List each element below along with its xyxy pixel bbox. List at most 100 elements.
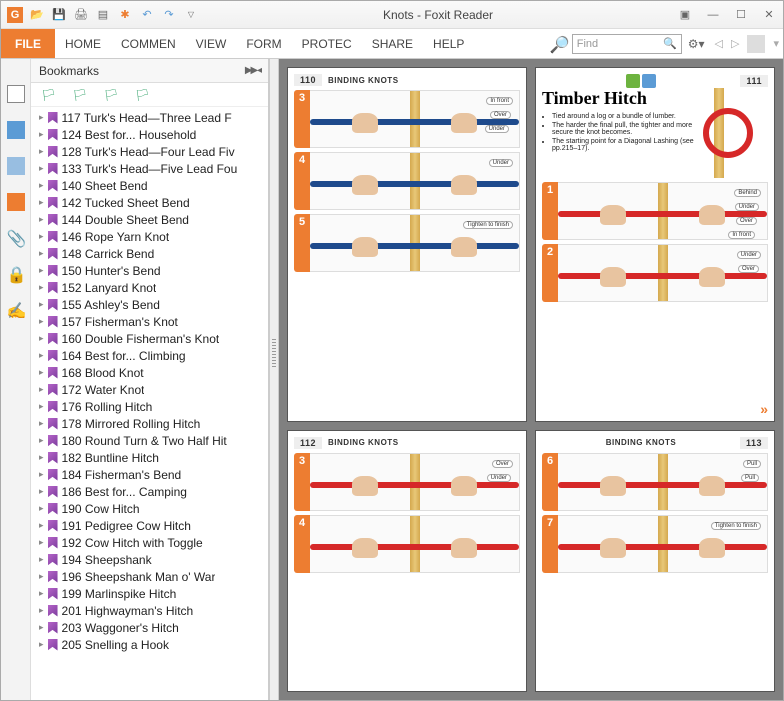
step-label: Pull [741, 474, 759, 482]
bookmarks-panel: Bookmarks ▶▶ ◂ 🏳 🏳 🏳 🏳 ▸117 Turk's Head—… [31, 59, 269, 700]
bookmark-item[interactable]: ▸184 Fisherman's Bend [31, 466, 268, 483]
settings-icon[interactable]: ⚙▾ [688, 37, 705, 51]
step-label: In front [728, 231, 755, 239]
redo-icon[interactable]: ↷ [161, 7, 177, 23]
bookmark-item[interactable]: ▸205 Snelling a Hook [31, 636, 268, 653]
bookmark-item[interactable]: ▸178 Mirrored Rolling Hitch [31, 415, 268, 432]
step-label: Under [487, 474, 511, 482]
page-category: BINDING KNOTS [606, 438, 677, 447]
bookmark-item[interactable]: ▸155 Ashley's Bend [31, 296, 268, 313]
bookmark-item[interactable]: ▸186 Best for... Camping [31, 483, 268, 500]
menu-form[interactable]: FORM [236, 37, 291, 51]
step-3: 3In frontOverUnder [294, 90, 520, 148]
page-category: BINDING KNOTS [328, 438, 399, 447]
menu-comment[interactable]: COMMEN [111, 37, 186, 51]
find-go-icon[interactable]: 🔍 [663, 37, 677, 50]
undo-icon[interactable]: ↶ [139, 7, 155, 23]
document-view[interactable]: 110 BINDING KNOTS 3In frontOverUnder 4 Und… [279, 59, 783, 700]
bookmark-item[interactable]: ▸176 Rolling Hitch [31, 398, 268, 415]
step-number: 7 [542, 515, 558, 573]
step-label: Pull [743, 460, 761, 468]
bookmark-item[interactable]: ▸150 Hunter's Bend [31, 262, 268, 279]
bookmarks-toolbar: 🏳 🏳 🏳 🏳 [31, 83, 268, 107]
star-icon[interactable]: ✱ [117, 7, 133, 23]
menu-bar: FILE HOME COMMEN VIEW FORM PROTEC SHARE … [1, 29, 783, 59]
step-label: Tighten to finish [711, 522, 761, 530]
bookmark-item[interactable]: ▸160 Double Fisherman's Knot [31, 330, 268, 347]
print-icon[interactable]: 🖨 [73, 7, 89, 23]
bm-tool-del-icon[interactable]: 🏳 [103, 88, 118, 102]
menu-view[interactable]: VIEW [186, 37, 237, 51]
bookmark-item[interactable]: ▸148 Carrick Bend [31, 245, 268, 262]
layers-tab-icon[interactable] [7, 157, 25, 175]
bm-tool-add-icon[interactable]: 🏳 [72, 88, 87, 102]
page-number: 111 [740, 75, 768, 87]
save-icon[interactable]: 💾 [51, 7, 67, 23]
bookmark-tab-icon[interactable] [7, 85, 25, 103]
bookmark-item[interactable]: ▸190 Cow Hitch [31, 500, 268, 517]
pages-tab-icon[interactable] [7, 121, 25, 139]
attachments-tab-icon[interactable]: 📎 [7, 229, 25, 247]
step-label: Under [737, 251, 761, 259]
find-input[interactable]: Find 🔍 [572, 34, 682, 54]
dropdown-icon[interactable]: ▽ [183, 7, 199, 23]
page-number: 110 [294, 74, 322, 86]
step-1: 1BehindUnderOverIn front [542, 182, 768, 240]
bookmark-item[interactable]: ▸182 Buntline Hitch [31, 449, 268, 466]
bookmark-item[interactable]: ▸199 Marlinspike Hitch [31, 585, 268, 602]
signature-tab-icon[interactable]: ✍ [7, 301, 25, 319]
menu-file[interactable]: FILE [1, 29, 55, 58]
bookmark-item[interactable]: ▸128 Turk's Head—Four Lead Fiv [31, 143, 268, 160]
user-avatar[interactable] [747, 35, 765, 53]
bookmark-item[interactable]: ▸194 Sheepshank [31, 551, 268, 568]
bookmark-item[interactable]: ▸124 Best for... Household [31, 126, 268, 143]
security-tab-icon[interactable]: 🔒 [7, 265, 25, 283]
bookmark-item[interactable]: ▸157 Fisherman's Knot [31, 313, 268, 330]
page-110: 110 BINDING KNOTS 3In frontOverUnder4Und… [287, 67, 527, 422]
bookmark-item[interactable]: ▸146 Rope Yarn Knot [31, 228, 268, 245]
find-placeholder: Find [577, 38, 598, 50]
step-label: Over [490, 111, 511, 119]
nav-prev-icon[interactable]: ◁ [711, 37, 727, 50]
window-title: Knots - Foxit Reader [199, 8, 677, 22]
page-number: 113 [740, 437, 768, 449]
bookmark-item[interactable]: ▸168 Blood Knot [31, 364, 268, 381]
doc-icon[interactable]: ▤ [95, 7, 111, 23]
step-4: 4 [294, 515, 520, 573]
comments-tab-icon[interactable] [7, 193, 25, 211]
maximize-icon[interactable]: ☐ [733, 7, 749, 23]
menu-share[interactable]: SHARE [362, 37, 423, 51]
bookmark-item[interactable]: ▸144 Double Sheet Bend [31, 211, 268, 228]
bookmark-item[interactable]: ▸180 Round Turn & Two Half Hit [31, 432, 268, 449]
bookmark-item[interactable]: ▸140 Sheet Bend [31, 177, 268, 194]
ribbon-toggle-icon[interactable]: ▣ [677, 7, 693, 23]
bookmark-item[interactable]: ▸133 Turk's Head—Five Lead Fou [31, 160, 268, 177]
app-icon: G [7, 7, 23, 23]
bookmark-item[interactable]: ▸201 Highwayman's Hitch [31, 602, 268, 619]
bookmark-item[interactable]: ▸192 Cow Hitch with Toggle [31, 534, 268, 551]
step-5: 5Tighten to finish [294, 214, 520, 272]
bookmark-item[interactable]: ▸172 Water Knot [31, 381, 268, 398]
step-number: 1 [542, 182, 558, 240]
bookmark-item[interactable]: ▸152 Lanyard Knot [31, 279, 268, 296]
bookmark-item[interactable]: ▸196 Sheepshank Man o' War [31, 568, 268, 585]
open-icon[interactable]: 📂 [29, 7, 45, 23]
bookmark-item[interactable]: ▸203 Waggoner's Hitch [31, 619, 268, 636]
bookmark-item[interactable]: ▸142 Tucked Sheet Bend [31, 194, 268, 211]
search-tool-icon[interactable]: 🔎 [550, 35, 568, 53]
bookmark-item[interactable]: ▸164 Best for... Climbing [31, 347, 268, 364]
nav-next-icon[interactable]: ▷ [727, 37, 743, 50]
bm-tool-expand-icon[interactable]: 🏳 [41, 88, 56, 102]
menu-home[interactable]: HOME [55, 37, 111, 51]
menu-protect[interactable]: PROTEC [292, 37, 362, 51]
user-menu-icon[interactable]: ▾ [769, 37, 783, 50]
step-number: 6 [542, 453, 558, 511]
splitter[interactable] [269, 59, 279, 700]
bookmark-item[interactable]: ▸117 Turk's Head—Three Lead F [31, 109, 268, 126]
bm-tool-opt-icon[interactable]: 🏳 [135, 88, 150, 102]
bookmark-item[interactable]: ▸191 Pedigree Cow Hitch [31, 517, 268, 534]
close-icon[interactable]: ✕ [761, 7, 777, 23]
minimize-icon[interactable]: — [705, 7, 721, 23]
collapse-icon[interactable]: ▶▶ ◂ [245, 65, 260, 76]
menu-help[interactable]: HELP [423, 37, 474, 51]
